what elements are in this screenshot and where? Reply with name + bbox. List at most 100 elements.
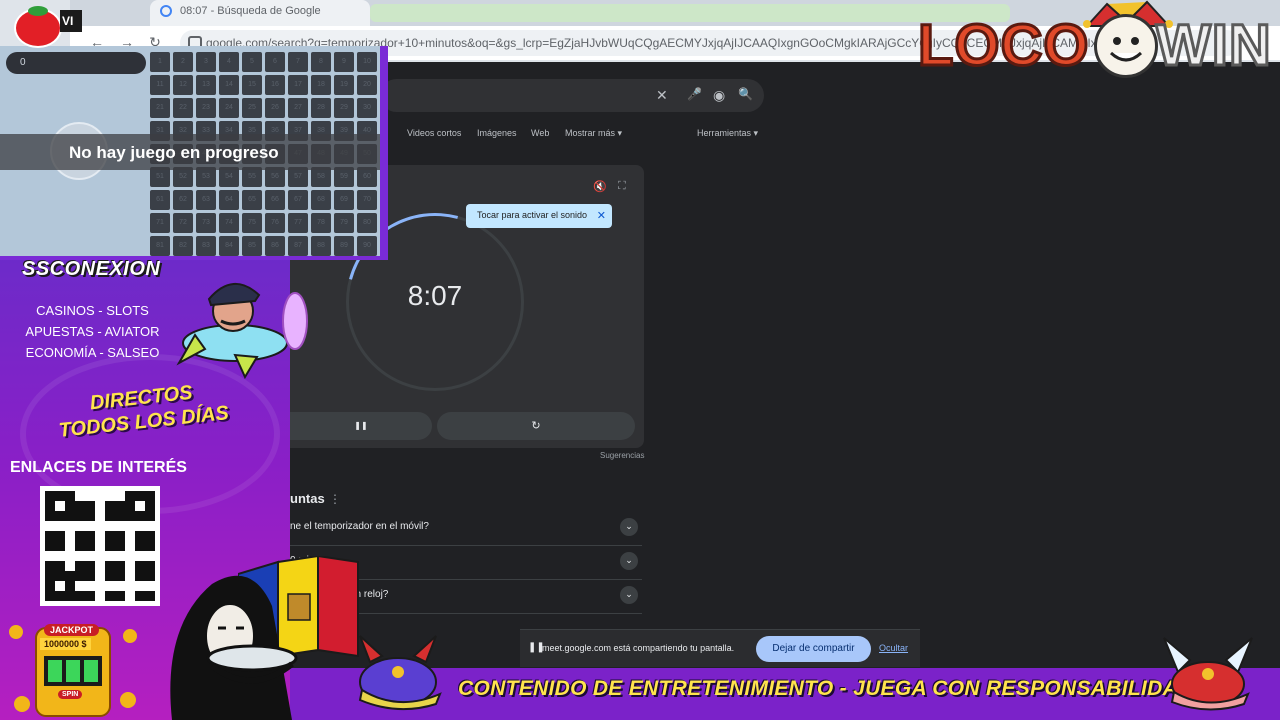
keno-number[interactable]: 84: [219, 236, 239, 256]
keno-number[interactable]: 28: [311, 98, 331, 118]
search-input[interactable]: ✕ 🎤 ◉ 🔍: [380, 79, 764, 112]
keno-number[interactable]: 14: [219, 75, 239, 95]
keno-number[interactable]: 83: [196, 236, 216, 256]
keno-number[interactable]: 58: [311, 167, 331, 187]
chevron-down-icon[interactable]: ⌄: [620, 552, 638, 570]
keno-number[interactable]: 20: [357, 75, 377, 95]
keno-number[interactable]: 21: [150, 98, 170, 118]
keno-number[interactable]: 66: [265, 190, 285, 210]
keno-number[interactable]: 89: [334, 236, 354, 256]
keno-number[interactable]: 22: [173, 98, 193, 118]
keno-number[interactable]: 56: [265, 167, 285, 187]
filter-videos-cortos[interactable]: Videos cortos: [407, 128, 461, 138]
keno-number[interactable]: 19: [334, 75, 354, 95]
keno-number[interactable]: 17: [288, 75, 308, 95]
keno-number[interactable]: 75: [242, 213, 262, 233]
keno-number[interactable]: 85: [242, 236, 262, 256]
share-status-text: meet.google.com está compartiendo tu pan…: [542, 643, 735, 653]
keno-number[interactable]: 53: [196, 167, 216, 187]
keno-number[interactable]: 69: [334, 190, 354, 210]
keno-number[interactable]: 11: [150, 75, 170, 95]
chevron-down-icon[interactable]: ⌄: [620, 518, 638, 536]
keno-number[interactable]: 55: [242, 167, 262, 187]
chevron-down-icon[interactable]: ⌄: [620, 586, 638, 604]
reset-button[interactable]: ↻: [437, 412, 635, 440]
voice-search-icon[interactable]: 🎤: [687, 87, 702, 101]
clear-search-icon[interactable]: ✕: [656, 87, 668, 104]
keno-number[interactable]: 72: [173, 213, 193, 233]
keno-number[interactable]: 4: [219, 52, 239, 72]
keno-number[interactable]: 2: [173, 52, 193, 72]
keno-number[interactable]: 87: [288, 236, 308, 256]
keno-number[interactable]: 86: [265, 236, 285, 256]
keno-number[interactable]: 79: [334, 213, 354, 233]
keno-number[interactable]: 6: [265, 52, 285, 72]
keno-number[interactable]: 88: [311, 236, 331, 256]
keno-number[interactable]: 30: [357, 98, 377, 118]
keno-number[interactable]: 62: [173, 190, 193, 210]
keno-number[interactable]: 80: [357, 213, 377, 233]
keno-number[interactable]: 81: [150, 236, 170, 256]
keno-number[interactable]: 3: [196, 52, 216, 72]
keno-number[interactable]: 23: [196, 98, 216, 118]
keno-number[interactable]: 67: [288, 190, 308, 210]
keno-number[interactable]: 77: [288, 213, 308, 233]
keno-number[interactable]: 7: [288, 52, 308, 72]
keno-number[interactable]: 63: [196, 190, 216, 210]
keno-number[interactable]: 70: [357, 190, 377, 210]
keno-number[interactable]: 8: [311, 52, 331, 72]
sound-tooltip[interactable]: Tocar para activar el sonido ✕: [466, 204, 612, 228]
keno-number[interactable]: 15: [242, 75, 262, 95]
keno-number[interactable]: 10: [357, 52, 377, 72]
suggestions-link[interactable]: Sugerencias: [600, 451, 644, 460]
keno-number[interactable]: 74: [219, 213, 239, 233]
bet-input[interactable]: 0: [6, 52, 146, 74]
keno-number[interactable]: 18: [311, 75, 331, 95]
keno-number[interactable]: 90: [357, 236, 377, 256]
filter-herramientas[interactable]: Herramientas ▾: [697, 128, 758, 139]
keno-number[interactable]: 71: [150, 213, 170, 233]
keno-number[interactable]: 24: [219, 98, 239, 118]
keno-number[interactable]: 16: [265, 75, 285, 95]
keno-number[interactable]: 1: [150, 52, 170, 72]
keno-number[interactable]: 64: [219, 190, 239, 210]
responsible-gaming-text: CONTENIDO DE ENTRETENIMIENTO - JUEGA CON…: [458, 677, 1194, 700]
filter-mostrar-mas[interactable]: Mostrar más ▾: [565, 128, 622, 139]
close-icon[interactable]: ✕: [597, 209, 606, 222]
jester-face-icon: [1094, 14, 1158, 78]
tab-google-search[interactable]: 08:07 - Búsqueda de Google: [150, 0, 370, 26]
stop-sharing-button[interactable]: Dejar de compartir: [756, 636, 871, 662]
keno-number[interactable]: 73: [196, 213, 216, 233]
keno-number[interactable]: 12: [173, 75, 193, 95]
keno-number[interactable]: 61: [150, 190, 170, 210]
keno-number[interactable]: 29: [334, 98, 354, 118]
keno-number[interactable]: 5: [242, 52, 262, 72]
search-icon[interactable]: 🔍: [738, 87, 753, 101]
keno-number[interactable]: 60: [357, 167, 377, 187]
keno-number[interactable]: 82: [173, 236, 193, 256]
logo-loco-text: LOCO: [917, 12, 1091, 80]
keno-number[interactable]: 78: [311, 213, 331, 233]
lens-search-icon[interactable]: ◉: [713, 87, 725, 104]
hide-share-bar-link[interactable]: Ocultar: [879, 643, 908, 653]
keno-number[interactable]: 13: [196, 75, 216, 95]
keno-number[interactable]: 51: [150, 167, 170, 187]
keno-number[interactable]: 76: [265, 213, 285, 233]
faq-menu-icon[interactable]: ⋮: [329, 492, 341, 506]
filter-imagenes[interactable]: Imágenes: [477, 128, 517, 138]
keno-number[interactable]: 26: [265, 98, 285, 118]
keno-number[interactable]: 68: [311, 190, 331, 210]
faq-item[interactable]: ne el temporizador en el móvil? ⌄: [290, 512, 642, 546]
keno-number[interactable]: 27: [288, 98, 308, 118]
filter-web[interactable]: Web: [531, 128, 549, 138]
mute-icon[interactable]: 🔇: [593, 180, 607, 193]
keno-number[interactable]: 25: [242, 98, 262, 118]
keno-number[interactable]: 59: [334, 167, 354, 187]
pause-button[interactable]: ❚❚: [290, 412, 432, 440]
keno-number[interactable]: 9: [334, 52, 354, 72]
keno-number[interactable]: 57: [288, 167, 308, 187]
keno-number[interactable]: 65: [242, 190, 262, 210]
keno-number[interactable]: 52: [173, 167, 193, 187]
fullscreen-icon[interactable]: ⛶: [618, 180, 626, 193]
keno-number[interactable]: 54: [219, 167, 239, 187]
